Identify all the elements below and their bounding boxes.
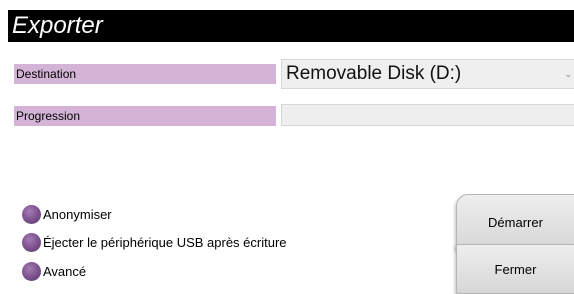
close-button[interactable]: Fermer: [456, 244, 574, 294]
chevron-down-icon[interactable]: ⌄: [564, 69, 572, 80]
destination-value: Removable Disk (D:): [286, 63, 462, 84]
title-bar: Exporter: [8, 10, 574, 42]
option-label: Anonymiser: [43, 206, 112, 222]
option-advanced[interactable]: Avancé: [22, 260, 86, 282]
start-button[interactable]: Démarrer: [456, 194, 574, 250]
radio-button-icon[interactable]: [22, 204, 41, 224]
progress-bar: [281, 104, 574, 126]
option-label: Éjecter le périphérique USB après écritu…: [43, 234, 287, 250]
window-title: Exporter: [12, 12, 103, 39]
radio-button-icon[interactable]: [22, 232, 41, 252]
option-eject-usb[interactable]: Éjecter le périphérique USB après écritu…: [22, 231, 287, 253]
option-anonymize[interactable]: Anonymiser: [22, 203, 112, 225]
option-label: Avancé: [43, 263, 87, 279]
destination-label: Destination: [14, 64, 276, 84]
progress-label: Progression: [14, 106, 276, 126]
destination-dropdown[interactable]: Removable Disk (D:) ⌄: [281, 59, 574, 89]
radio-button-icon[interactable]: [22, 261, 41, 281]
